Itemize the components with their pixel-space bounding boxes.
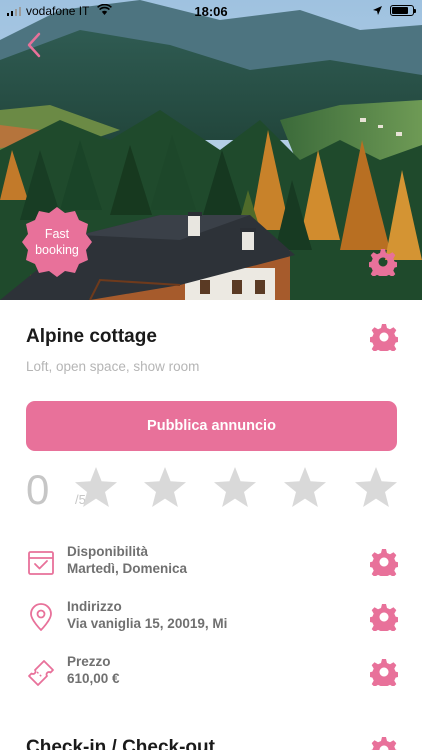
edit-photo-button[interactable]: [369, 248, 397, 281]
location-arrow-icon: [373, 6, 382, 15]
availability-label: Disponibilità: [67, 544, 148, 559]
star-icon-5[interactable]: [354, 466, 398, 508]
edit-availability-gear-icon[interactable]: [370, 548, 398, 576]
star-icon-2[interactable]: [143, 466, 187, 508]
star-icon-4[interactable]: [283, 466, 327, 508]
back-button[interactable]: [22, 30, 46, 60]
calendar-check-icon: [28, 551, 54, 575]
listing-title: Alpine cottage: [26, 326, 157, 347]
edit-title-gear-icon[interactable]: [370, 323, 398, 351]
edit-price-gear-icon[interactable]: [370, 658, 398, 686]
availability-row[interactable]: Disponibilità Martedì, Domenica: [26, 544, 398, 584]
price-value: 610,00 €: [67, 671, 120, 686]
checkin-checkout-title: Check-in / Check-out: [26, 737, 215, 750]
fast-booking-badge: Fast booking: [20, 205, 94, 279]
chevron-left-icon: [27, 32, 41, 58]
battery-level: [392, 7, 408, 14]
edit-checkin-gear-icon[interactable]: [370, 736, 398, 750]
edit-address-gear-icon[interactable]: [370, 603, 398, 631]
address-row[interactable]: Indirizzo Via vaniglia 15, 20019, Mi: [26, 599, 398, 639]
availability-value: Martedì, Domenica: [67, 561, 188, 576]
location-pin-icon: [30, 603, 52, 631]
price-label: Prezzo: [67, 654, 111, 669]
rating-row: 0 /5: [24, 464, 400, 514]
address-label: Indirizzo: [67, 599, 122, 614]
listing-title-row: Alpine cottage: [26, 323, 398, 353]
star-icon-3[interactable]: [213, 466, 257, 508]
cover-photo: vodafone IT 18:06 Fast booking: [0, 0, 422, 300]
address-value: Via vaniglia 15, 20019, Mi: [67, 616, 228, 631]
price-row[interactable]: Prezzo 610,00 €: [26, 654, 398, 694]
status-bar: vodafone IT 18:06: [0, 0, 422, 22]
star-icon-1[interactable]: [74, 466, 118, 508]
publish-listing-button[interactable]: Pubblica annuncio: [26, 401, 397, 451]
clock: 18:06: [194, 4, 228, 19]
battery-icon: [390, 5, 416, 16]
rating-score: 0: [26, 466, 50, 513]
listing-subtitle: Loft, open space, show room: [26, 359, 200, 374]
gear-icon: [369, 249, 397, 276]
badge-line-1: Fast: [44, 227, 70, 241]
badge-line-2: booking: [35, 243, 79, 257]
ticket-icon: [28, 660, 54, 686]
